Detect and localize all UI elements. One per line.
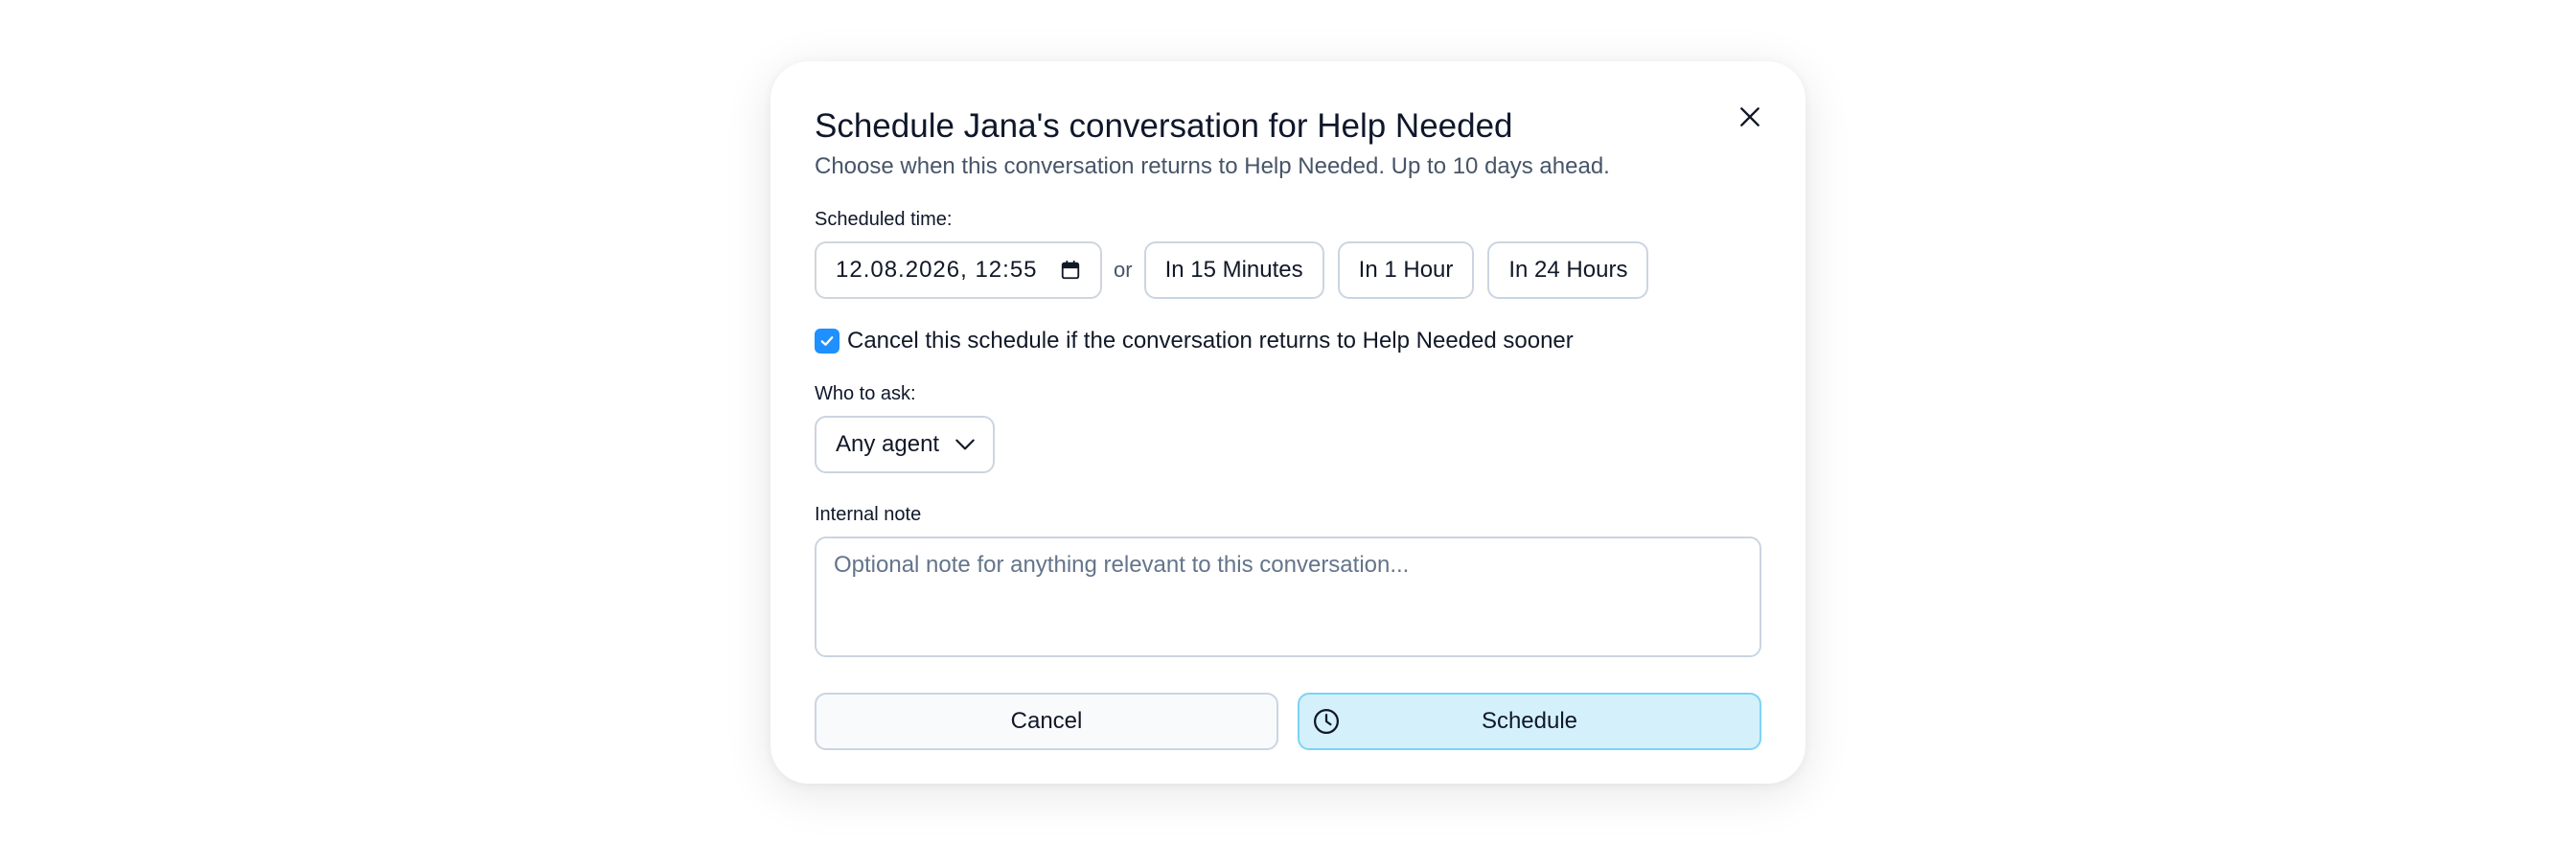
cancel-button[interactable]: Cancel <box>815 693 1278 750</box>
schedule-dialog: Schedule Jana's conversation for Help Ne… <box>770 61 1806 784</box>
checkmark-icon <box>820 336 834 346</box>
chevron-down-icon <box>955 439 975 450</box>
schedule-button[interactable]: Schedule <box>1298 693 1761 750</box>
who-to-ask-value: Any agent <box>836 431 940 457</box>
datetime-input[interactable]: 12.08.2026, 12:55 <box>815 241 1102 299</box>
calendar-icon[interactable] <box>1060 260 1081 281</box>
datetime-value: 12.08.2026, 12:55 <box>836 257 1038 283</box>
who-to-ask-select[interactable]: Any agent <box>815 416 995 473</box>
schedule-button-label: Schedule <box>1481 708 1578 734</box>
scheduled-time-row: 12.08.2026, 12:55 or In 15 Minutes In 1 … <box>815 241 1761 299</box>
close-button[interactable] <box>1727 94 1773 140</box>
in-15-minutes-button[interactable]: In 15 Minutes <box>1143 241 1324 299</box>
close-icon <box>1740 107 1760 126</box>
who-to-ask-label: Who to ask: <box>815 383 916 404</box>
cancel-if-sooner-label[interactable]: Cancel this schedule if the conversation… <box>847 328 1574 354</box>
internal-note-label: Internal note <box>815 504 922 525</box>
dialog-title: Schedule Jana's conversation for Help Ne… <box>815 107 1513 145</box>
cancel-option-row: Cancel this schedule if the conversation… <box>815 326 1761 356</box>
cancel-if-sooner-checkbox[interactable] <box>815 329 840 354</box>
or-text: or <box>1114 258 1133 282</box>
internal-note-textarea[interactable] <box>815 537 1761 657</box>
clock-icon <box>1311 706 1342 737</box>
in-24-hours-button[interactable]: In 24 Hours <box>1487 241 1649 299</box>
dialog-subtitle: Choose when this conversation returns to… <box>815 153 1610 179</box>
action-row: Cancel Schedule <box>815 693 1761 750</box>
in-1-hour-button[interactable]: In 1 Hour <box>1337 241 1475 299</box>
scheduled-time-label: Scheduled time: <box>815 209 953 230</box>
